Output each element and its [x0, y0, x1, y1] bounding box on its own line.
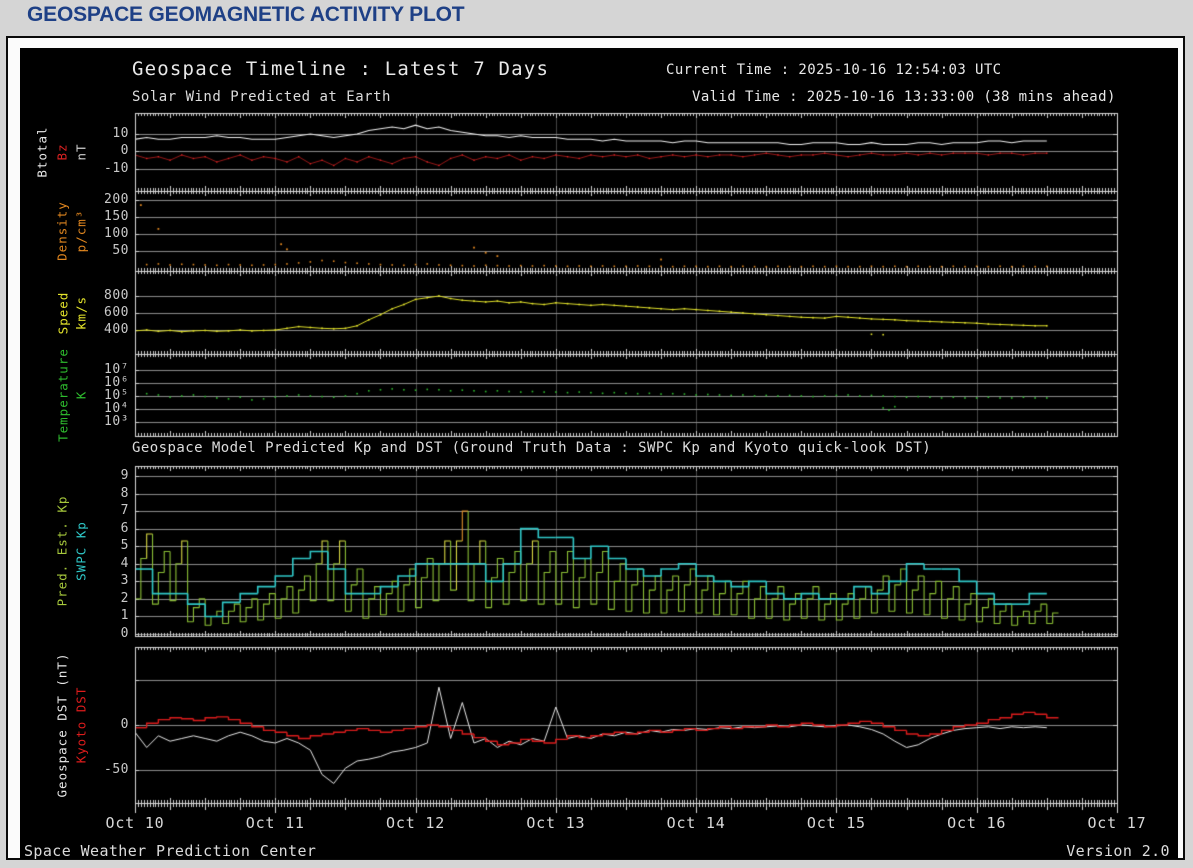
x-date-label: Oct 16 [947, 814, 1007, 832]
axis-label-temperature: Temperature [55, 348, 71, 442]
y-tick-label: 4 [120, 555, 129, 571]
y-tick-label: 10³ [104, 413, 129, 429]
y-tick-label: 0 [120, 717, 129, 732]
plot-subtitle: Solar Wind Predicted at Earth [132, 89, 391, 105]
y-tick-label: 200 [104, 192, 129, 207]
axis-label-btotal: Btotal [34, 126, 50, 178]
valid-time-text: Valid Time : 2025-10-16 13:33:00 (38 min… [692, 89, 1116, 105]
x-date-label: Oct 11 [245, 814, 305, 832]
axis-label-pred-est-kp: Pred. Est. Kp [54, 495, 70, 607]
y-tick-label: 7 [120, 503, 129, 519]
y-tick-label: 6 [120, 520, 129, 536]
y-tick-label: 800 [104, 288, 129, 303]
x-date-label: Oct 14 [666, 814, 726, 832]
x-date-label: Oct 15 [806, 814, 866, 832]
y-tick-label: 5 [120, 538, 129, 554]
plot-image: Geospace Timeline : Latest 7 Days Solar … [20, 48, 1178, 860]
y-tick-label: 8 [120, 485, 129, 501]
plot-title: Geospace Timeline : Latest 7 Days [132, 58, 550, 80]
axis-label-density: Density [54, 201, 70, 261]
y-tick-label: 1 [120, 608, 129, 624]
y-tick-label: 2 [120, 590, 129, 606]
y-tick-label: 150 [104, 209, 129, 224]
axis-label-speed: Speed [55, 291, 71, 334]
y-tick-label: 9 [120, 468, 129, 483]
plot-frame: Geospace Timeline : Latest 7 Days Solar … [6, 36, 1185, 860]
kp-section-title: Geospace Model Predicted Kp and DST (Gro… [132, 440, 932, 456]
page-title: GEOSPACE GEOMAGNETIC ACTIVITY PLOT [27, 3, 465, 26]
y-tick-label: 0 [120, 625, 129, 641]
y-tick-label: 50 [112, 243, 129, 258]
y-tick-label: 3 [120, 573, 129, 589]
y-tick-label: 600 [104, 305, 129, 320]
x-date-label: Oct 10 [105, 814, 165, 832]
axis-label-bz: Bz [54, 143, 70, 161]
x-date-label: Oct 12 [386, 814, 446, 832]
y-tick-label: 10 [112, 125, 129, 141]
footer-version: Version 2.0 [1066, 842, 1170, 860]
page: { "page": { "header_title": "GEOSPACE GE… [0, 0, 1193, 868]
y-tick-label: 400 [104, 322, 129, 338]
current-time-text: Current Time : 2025-10-16 12:54:03 UTC [666, 62, 1002, 78]
y-tick-label: -10 [104, 160, 129, 176]
footer-credit: Space Weather Prediction Center [24, 842, 317, 860]
y-tick-label: -50 [104, 761, 129, 777]
x-date-label: Oct 13 [526, 814, 586, 832]
axis-label-geospace-dst-nt-: Geospace DST (nT) [54, 652, 70, 798]
y-tick-label: 0 [120, 143, 129, 159]
x-date-label: Oct 17 [1087, 814, 1147, 832]
y-tick-label: 100 [104, 226, 129, 241]
